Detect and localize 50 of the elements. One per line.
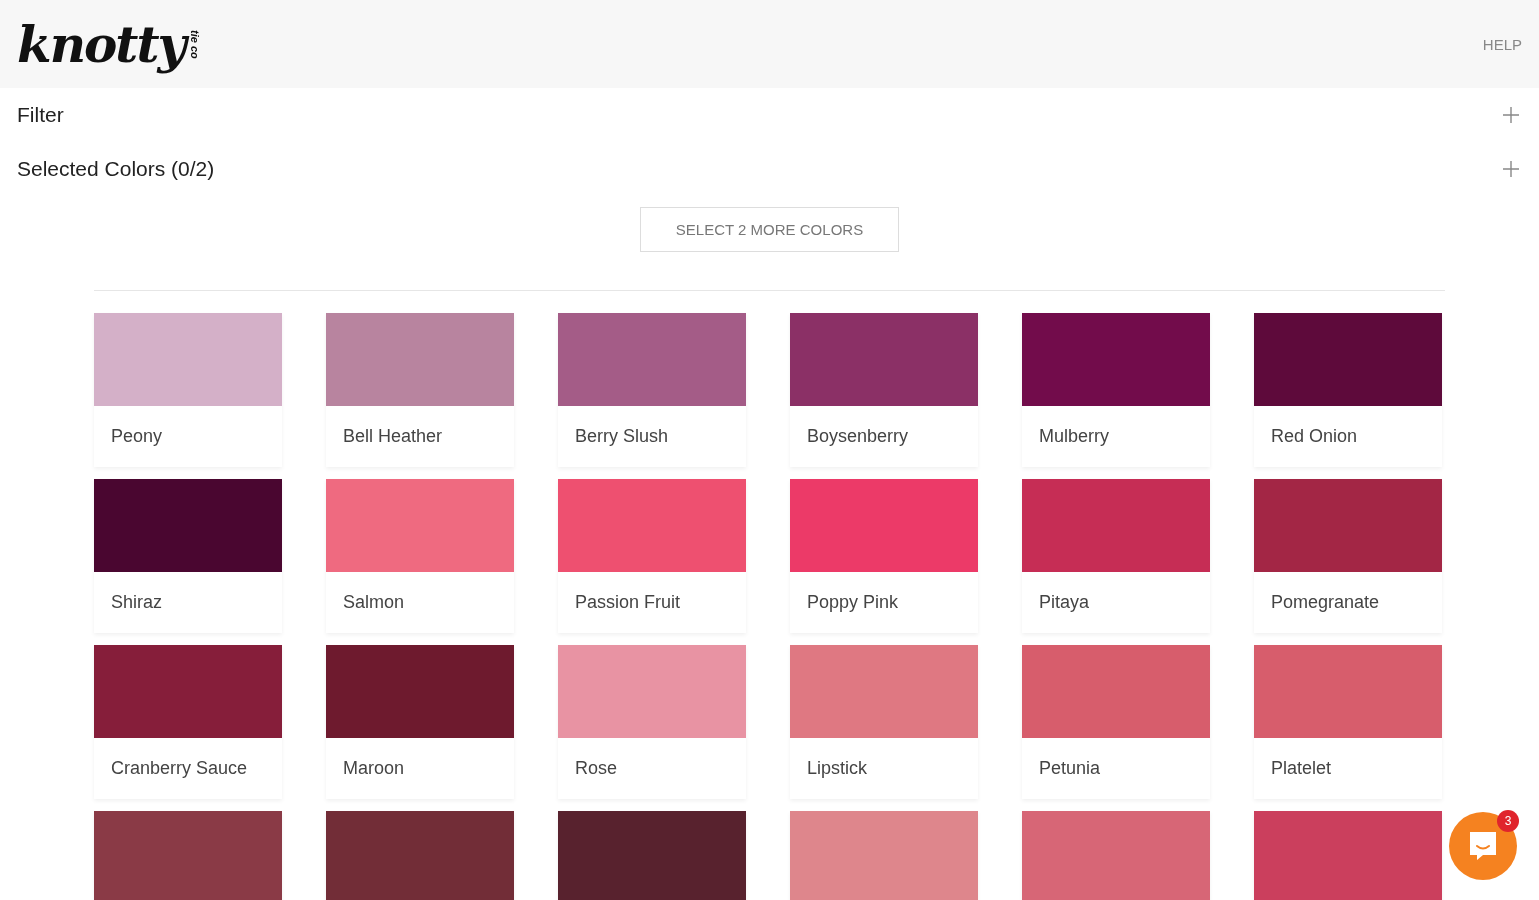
color-card[interactable]: Pomegranate <box>1254 479 1442 633</box>
color-card[interactable]: Mulberry <box>1022 313 1210 467</box>
color-card[interactable]: Salmon <box>326 479 514 633</box>
color-name: Cranberry Sauce <box>110 757 249 780</box>
color-card[interactable]: Peony <box>94 313 282 467</box>
color-name: Petunia <box>1038 757 1102 780</box>
color-card[interactable]: Poppy Pink <box>790 479 978 633</box>
color-name: Passion Fruit <box>574 591 682 614</box>
color-card[interactable]: Lipstick <box>790 645 978 799</box>
color-card[interactable]: Platelet <box>1254 645 1442 799</box>
expand-button[interactable] <box>1500 158 1522 180</box>
color-name: Shiraz <box>110 591 164 614</box>
color-name: Peony <box>110 425 164 448</box>
color-card[interactable]: Boysenberry <box>790 313 978 467</box>
color-card[interactable]: Berry Slush <box>558 313 746 467</box>
color-card[interactable]: Pitaya <box>1022 479 1210 633</box>
color-name: Pitaya <box>1038 591 1091 614</box>
color-name: Platelet <box>1270 757 1333 780</box>
color-card[interactable]: Red Onion <box>1254 313 1442 467</box>
color-name: Mulberry <box>1038 425 1110 448</box>
color-card[interactable]: Rose <box>558 645 746 799</box>
color-name: Red Onion <box>1270 425 1359 448</box>
logo-subtext: tie co <box>188 29 200 59</box>
color-name: Pomegranate <box>1270 591 1381 614</box>
color-card[interactable]: Shiraz <box>94 479 282 633</box>
color-name: Maroon <box>342 757 406 780</box>
color-card[interactable]: Bell Heather <box>326 313 514 467</box>
color-name: Boysenberry <box>806 425 910 448</box>
color-swatch[interactable] <box>326 811 514 900</box>
logo[interactable]: knotty tie co <box>17 14 200 74</box>
color-name: Berry Slush <box>574 425 670 448</box>
section-heading: Selected Colors (0/2) <box>17 157 215 181</box>
color-swatch[interactable] <box>558 811 746 900</box>
color-card[interactable]: Cranberry Sauce <box>94 645 282 799</box>
expand-button[interactable] <box>1500 104 1522 126</box>
color-swatch[interactable] <box>1254 811 1442 900</box>
color-card[interactable]: Maroon <box>326 645 514 799</box>
color-swatch[interactable] <box>790 811 978 900</box>
color-card[interactable]: Passion Fruit <box>558 479 746 633</box>
notification-badge: 3 <box>1497 810 1519 832</box>
color-name: Salmon <box>342 591 406 614</box>
color-name: Lipstick <box>806 757 869 780</box>
color-card[interactable]: Petunia <box>1022 645 1210 799</box>
select-colors-button[interactable]: SELECT 2 MORE COLORS <box>640 207 899 252</box>
section-heading: Filter <box>17 103 64 127</box>
color-name: Poppy Pink <box>806 591 900 614</box>
color-swatch[interactable] <box>1022 811 1210 900</box>
color-name: Rose <box>574 757 619 780</box>
color-name: Bell Heather <box>342 425 444 448</box>
color-swatch[interactable] <box>94 811 282 900</box>
